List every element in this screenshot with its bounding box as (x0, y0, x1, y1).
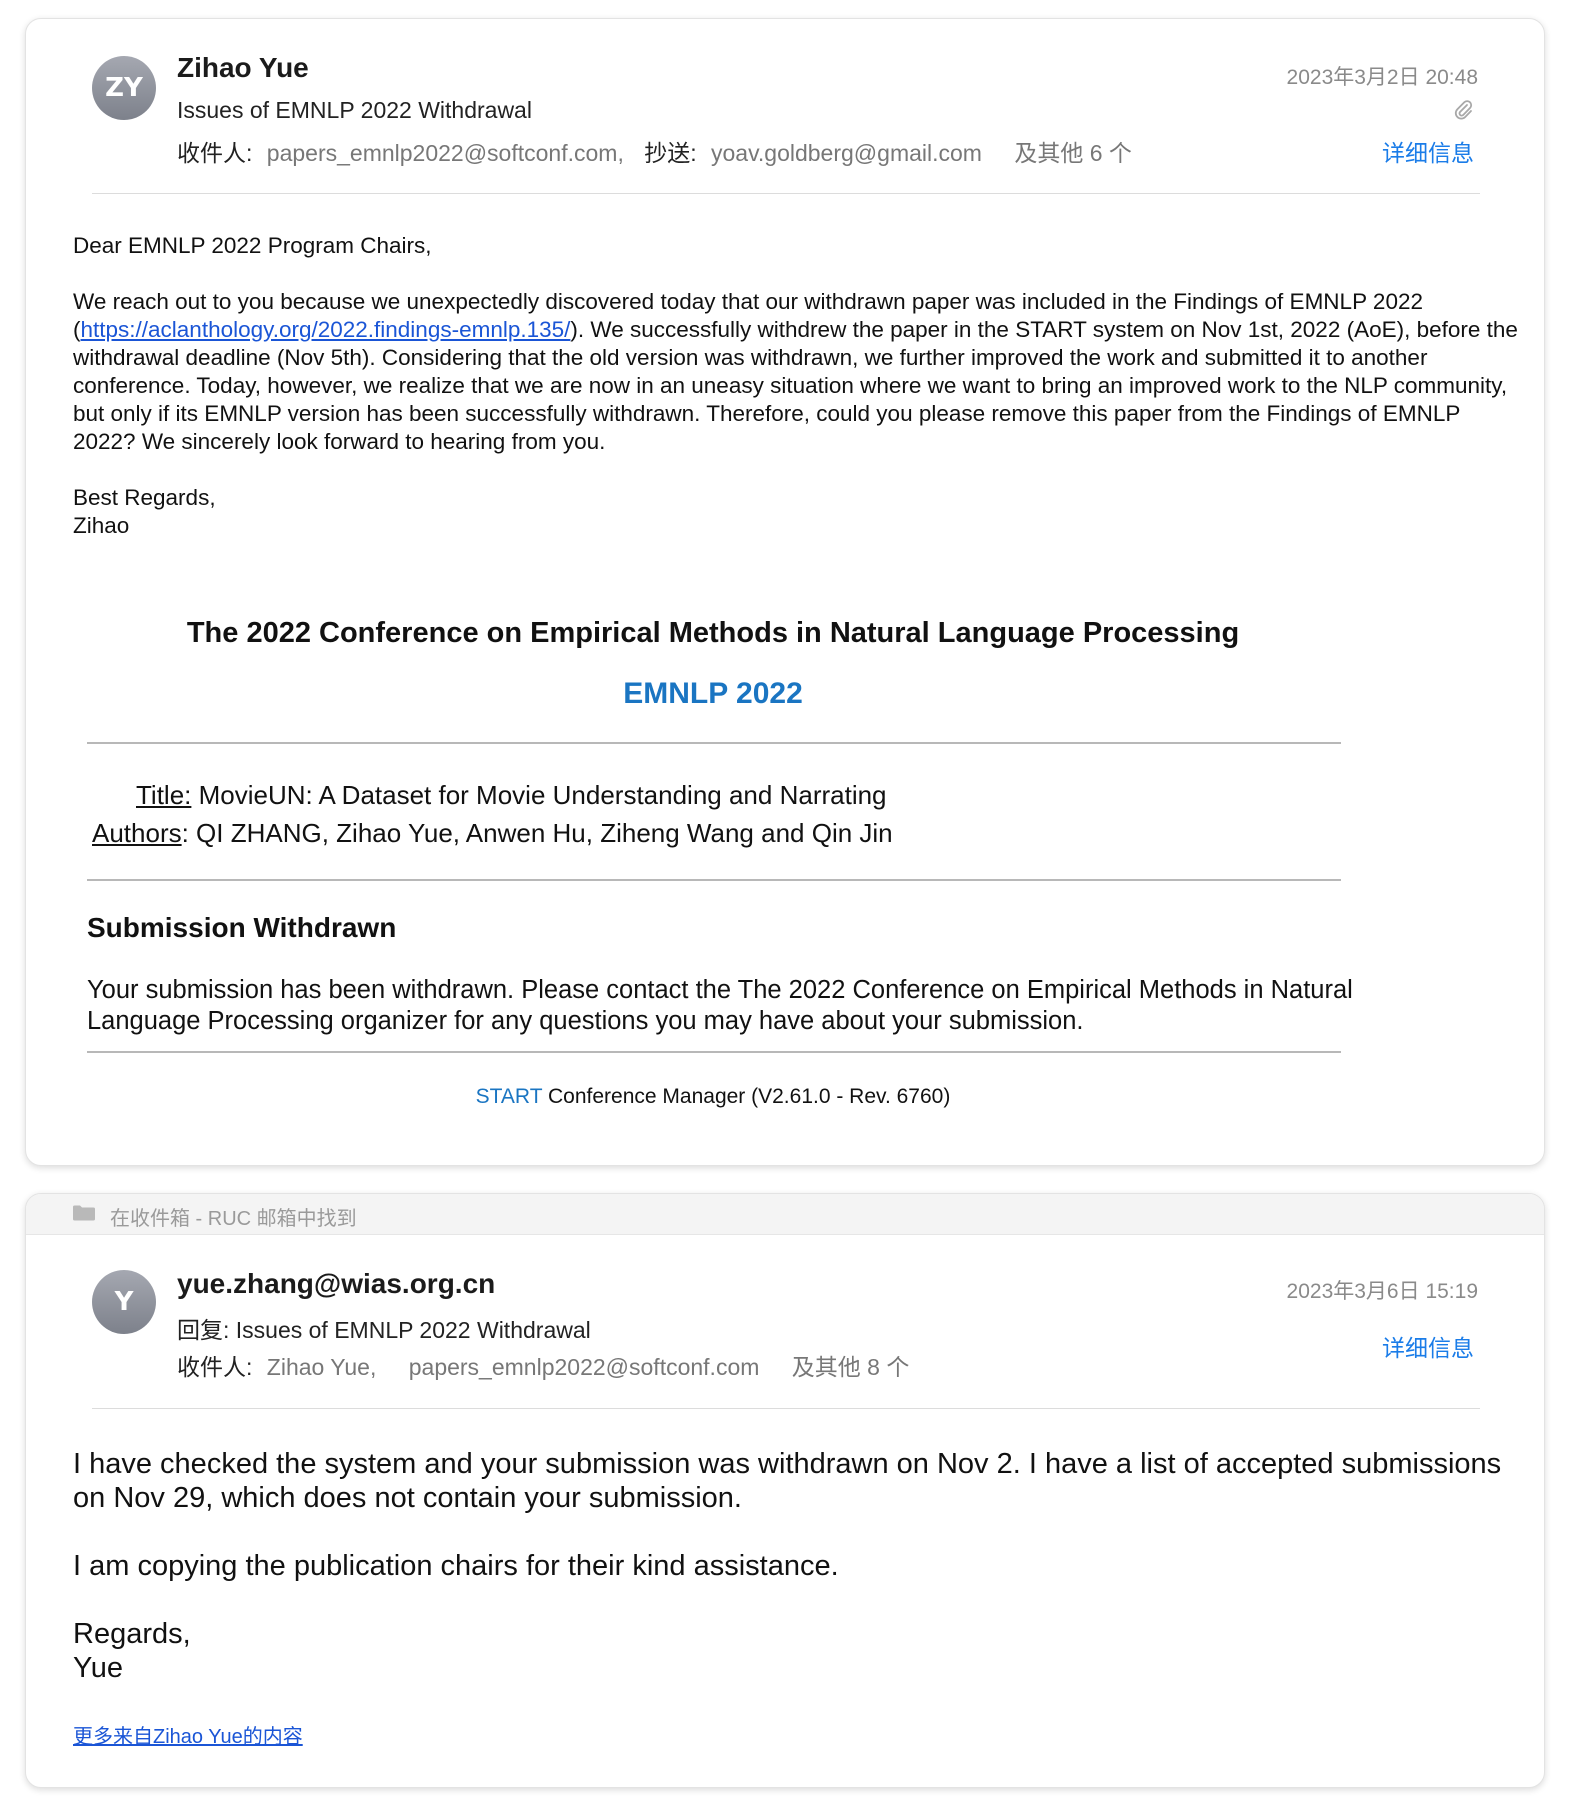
paper-authors: : QI ZHANG, Zihao Yue, Anwen Hu, Ziheng … (181, 818, 893, 848)
embed-divider (87, 742, 1341, 744)
paper-title: MovieUN: A Dataset for Movie Understandi… (191, 780, 887, 810)
signoff-block: Best Regards, Zihao (73, 485, 216, 538)
body-paragraph: I have checked the system and your submi… (73, 1448, 1502, 1514)
sender-avatar[interactable]: Y (92, 1270, 156, 1334)
others-count[interactable]: 及其他 6 个 (1014, 140, 1132, 166)
message-body: I have checked the system and your submi… (73, 1447, 1523, 1719)
to-address[interactable]: Zihao Yue, (267, 1354, 377, 1380)
to-address[interactable]: papers_emnlp2022@softconf.com (409, 1354, 760, 1380)
cc-address[interactable]: yoav.goldberg@gmail.com (711, 140, 982, 166)
conference-acronym: EMNLP 2022 (623, 677, 803, 710)
found-in-bar: 在收件箱 - RUC 邮箱中找到 (26, 1194, 1544, 1235)
conference-title: The 2022 Conference on Empirical Methods… (186, 617, 1240, 649)
start-link[interactable]: START (476, 1085, 543, 1108)
date: 2023年3月6日 15:19 (1286, 1280, 1478, 1303)
greeting: Dear EMNLP 2022 Program Chairs, (73, 233, 432, 258)
details-link[interactable]: 详细信息 (1382, 134, 1474, 168)
message-card-2: 在收件箱 - RUC 邮箱中找到 Y yue.zhang@wias.org.cn… (25, 1193, 1545, 1788)
subject: 回复: Issues of EMNLP 2022 Withdrawal (177, 1317, 591, 1343)
start-footer: START Conference Manager (V2.61.0 - Rev.… (475, 1085, 951, 1108)
authors-line: Authors: QI ZHANG, Zihao Yue, Anwen Hu, … (92, 818, 893, 849)
recipients-line: 收件人: papers_emnlp2022@softconf.com, 抄送: … (177, 134, 1132, 168)
sender-name[interactable]: yue.zhang@wias.org.cn (177, 1268, 495, 1300)
subject: Issues of EMNLP 2022 Withdrawal (177, 97, 532, 123)
found-in-text: 在收件箱 - RUC 邮箱中找到 (110, 1208, 357, 1230)
to-address[interactable]: papers_emnlp2022@softconf.com, (267, 140, 624, 166)
anthology-link[interactable]: https://aclanthology.org/2022.findings-e… (81, 317, 571, 342)
sender-avatar[interactable]: ZY (92, 56, 156, 120)
message-body: Dear EMNLP 2022 Program Chairs, We reach… (73, 232, 1523, 568)
body-paragraph: I am copying the publication chairs for … (73, 1550, 839, 1582)
signoff-block: Regards, Yue (73, 1618, 191, 1684)
body-paragraph: We reach out to you because we unexpecte… (73, 289, 1518, 454)
more-from-sender-link[interactable]: 更多来自Zihao Yue的内容 (73, 1720, 303, 1749)
message-card-1: ZY Zihao Yue Issues of EMNLP 2022 Withdr… (25, 18, 1545, 1166)
embed-divider (87, 879, 1341, 881)
others-count[interactable]: 及其他 8 个 (792, 1354, 910, 1380)
header-divider (92, 1408, 1480, 1409)
cc-label: 抄送: (644, 140, 697, 166)
date: 2023年3月2日 20:48 (1286, 66, 1478, 89)
paperclip-icon[interactable] (1452, 98, 1474, 122)
sender-name[interactable]: Zihao Yue (177, 52, 309, 84)
recipients-line: 收件人: Zihao Yue, papers_emnlp2022@softcon… (177, 1348, 909, 1382)
title-label: Title: (136, 780, 192, 810)
status-heading: Submission Withdrawn (87, 912, 397, 943)
folder-icon (73, 1205, 95, 1221)
paper-title-line: Title: MovieUN: A Dataset for Movie Unde… (136, 780, 887, 811)
to-label: 收件人: (177, 140, 253, 166)
embed-divider (87, 1051, 1341, 1053)
authors-label: Authors (92, 818, 182, 848)
to-label: 收件人: (177, 1354, 253, 1380)
status-text: Your submission has been withdrawn. Plea… (87, 976, 1353, 1035)
details-link[interactable]: 详细信息 (1382, 1329, 1474, 1363)
header-divider (92, 193, 1480, 194)
